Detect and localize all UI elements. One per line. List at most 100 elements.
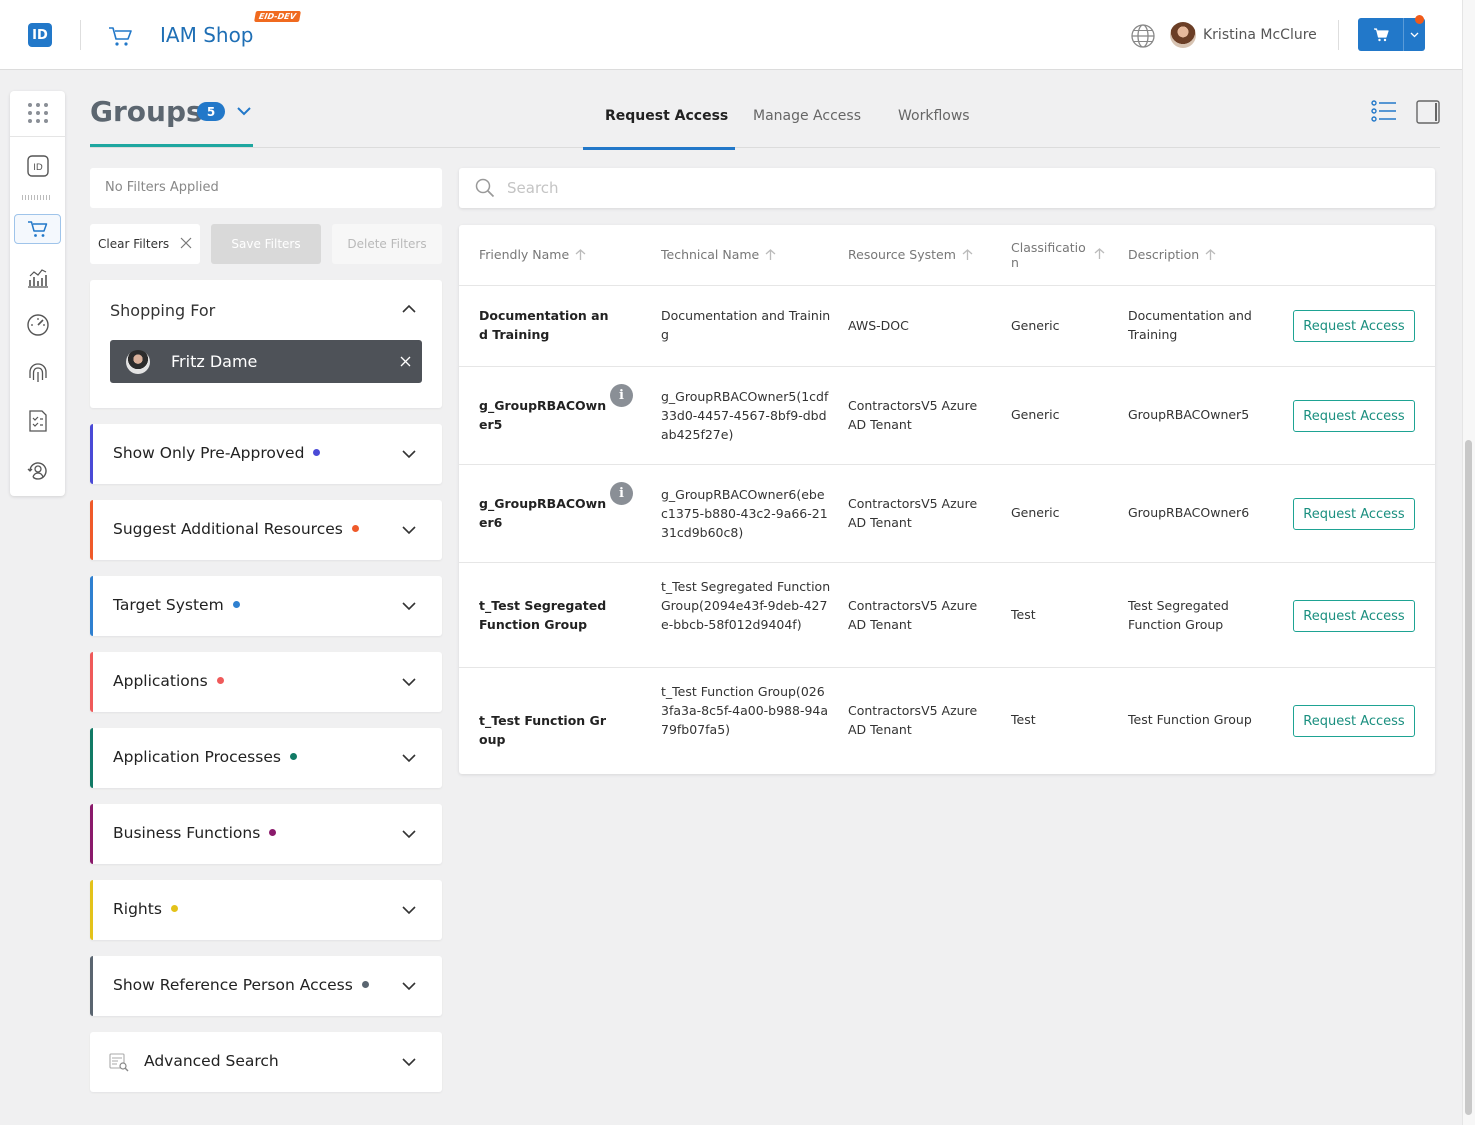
clear-filters-label: Clear Filters: [98, 237, 170, 251]
cell-resource-system: ContractorsV5 Azure AD Tenant: [848, 703, 978, 737]
chevron-down-icon[interactable]: [402, 1057, 416, 1067]
divider: [1338, 20, 1339, 50]
list-view-icon[interactable]: [1371, 100, 1397, 122]
cart-button[interactable]: [1358, 18, 1425, 51]
save-filters-button[interactable]: Save Filters: [211, 224, 321, 264]
cell-technical-name: t_Test Function Group(0263fa3a-8c5f-4a00…: [661, 684, 829, 737]
cell-resource-system: AWS-DOC: [848, 318, 909, 333]
info-icon[interactable]: i: [610, 482, 633, 505]
filter-color-dot: [170, 905, 178, 912]
search-input[interactable]: [507, 176, 1407, 200]
cell-friendly-name[interactable]: g_GroupRBACOwner5: [479, 396, 609, 434]
clear-filters-button[interactable]: Clear Filters: [90, 224, 200, 264]
shop-cart-icon[interactable]: [10, 211, 65, 247]
chevron-down-icon[interactable]: [402, 753, 416, 763]
filter-section[interactable]: Applications: [90, 652, 442, 712]
request-access-button[interactable]: Request Access: [1293, 400, 1415, 432]
sort-arrow-icon[interactable]: [765, 248, 776, 261]
sort-arrow-icon[interactable]: [575, 248, 586, 261]
top-bar: ID IAM Shop EID-DEV Kristina McClure: [0, 0, 1462, 70]
tab-workflows[interactable]: Workflows: [898, 108, 970, 124]
table-row: Documentation and Training Documentation…: [459, 285, 1435, 367]
filter-color-dot: [232, 601, 240, 608]
column-header-friendly-name[interactable]: Friendly Name: [479, 247, 586, 262]
filter-section[interactable]: Show Reference Person Access: [90, 956, 442, 1016]
filter-section-label: Target System: [113, 596, 240, 614]
chevron-down-icon[interactable]: [402, 829, 416, 839]
user-name[interactable]: Kristina McClure: [1203, 27, 1317, 43]
apps-grid-icon[interactable]: [10, 95, 65, 131]
info-icon[interactable]: i: [610, 384, 633, 407]
cell-friendly-name[interactable]: g_GroupRBACOwner6: [479, 494, 609, 532]
cart-button-main[interactable]: [1358, 18, 1404, 51]
shopping-for-title: Shopping For: [110, 301, 216, 320]
active-tab-indicator: [583, 147, 735, 150]
chevron-down-icon[interactable]: [402, 525, 416, 535]
request-access-button[interactable]: Request Access: [1293, 600, 1415, 632]
column-header-classification[interactable]: Classification: [1011, 240, 1105, 270]
column-header-resource-system[interactable]: Resource System: [848, 247, 973, 262]
sort-arrow-icon[interactable]: [962, 248, 973, 261]
user-history-icon[interactable]: [10, 453, 65, 489]
filter-section-label: Applications: [113, 672, 224, 690]
filter-section[interactable]: Rights: [90, 880, 442, 940]
chevron-down-icon[interactable]: [402, 449, 416, 459]
table-row: g_GroupRBACOwner5 i g_GroupRBACOwner5(1c…: [459, 366, 1435, 465]
shopping-cart-icon[interactable]: [107, 24, 133, 48]
speedometer-icon[interactable]: [10, 307, 65, 343]
chevron-down-icon[interactable]: [236, 103, 252, 119]
chevron-down-icon[interactable]: [402, 677, 416, 687]
cell-friendly-name[interactable]: t_Test Segregated Function Group: [479, 596, 609, 634]
cell-technical-name: t_Test Segregated Function Group(2094e43…: [661, 579, 831, 632]
cell-description: GroupRBACOwner5: [1128, 407, 1250, 422]
chevron-down-icon[interactable]: [402, 905, 416, 915]
user-avatar[interactable]: [1170, 22, 1196, 48]
filter-section[interactable]: Show Only Pre-Approved: [90, 424, 442, 484]
cell-classification: Generic: [1011, 407, 1060, 422]
request-access-button[interactable]: Request Access: [1293, 310, 1415, 342]
globe-icon[interactable]: [1130, 23, 1156, 49]
cell-classification: Generic: [1011, 318, 1060, 333]
fingerprint-icon[interactable]: [10, 355, 65, 391]
sort-arrow-icon[interactable]: [1205, 248, 1216, 261]
filter-section-text: Show Only Pre-Approved: [113, 444, 305, 462]
cell-technical-name: g_GroupRBACOwner6(ebec1375-b880-43c2-9a6…: [661, 487, 828, 540]
filter-section-text: Rights: [113, 900, 162, 918]
filter-section[interactable]: Business Functions: [90, 804, 442, 864]
tab-request-access[interactable]: Request Access: [605, 108, 728, 124]
analytics-chart-icon[interactable]: [10, 259, 65, 295]
request-access-button[interactable]: Request Access: [1293, 705, 1415, 737]
chevron-down-icon[interactable]: [402, 981, 416, 991]
cell-classification: Test: [1011, 607, 1036, 622]
cell-friendly-name[interactable]: Documentation and Training: [479, 306, 609, 344]
delete-filters-button[interactable]: Delete Filters: [332, 224, 442, 264]
identity-icon[interactable]: ID: [10, 148, 65, 184]
column-header-description[interactable]: Description: [1128, 247, 1216, 262]
shopping-for-person-chip[interactable]: Fritz Dame: [110, 340, 422, 383]
cell-friendly-name[interactable]: t_Test Function Group: [479, 711, 609, 749]
side-panel-icon[interactable]: [1416, 100, 1440, 124]
close-icon: [180, 237, 192, 249]
tab-manage-access[interactable]: Manage Access: [753, 108, 861, 124]
table-row: g_GroupRBACOwner6 i g_GroupRBACOwner6(eb…: [459, 464, 1435, 563]
request-access-button[interactable]: Request Access: [1293, 498, 1415, 530]
filter-section[interactable]: Suggest Additional Resources: [90, 500, 442, 560]
page-scrollbar-thumb[interactable]: [1465, 440, 1472, 1115]
advanced-search-panel[interactable]: Advanced Search: [90, 1032, 442, 1092]
rail-divider: [10, 136, 65, 137]
chevron-down-icon[interactable]: [402, 601, 416, 611]
column-header-technical-name[interactable]: Technical Name: [661, 247, 776, 262]
app-title[interactable]: IAM Shop: [160, 23, 254, 47]
filter-section-text: Show Reference Person Access: [113, 976, 353, 994]
filter-section-label: Show Reference Person Access: [113, 976, 369, 994]
filter-section[interactable]: Target System: [90, 576, 442, 636]
person-avatar: [126, 350, 150, 374]
filter-color-dot: [361, 981, 369, 988]
task-checklist-icon[interactable]: [10, 403, 65, 439]
chevron-up-icon[interactable]: [402, 304, 416, 314]
cell-resource-system: ContractorsV5 Azure AD Tenant: [848, 598, 978, 632]
app-logo[interactable]: ID: [28, 23, 52, 47]
sort-arrow-icon[interactable]: [1094, 248, 1105, 260]
filter-section[interactable]: Application Processes: [90, 728, 442, 788]
remove-person-icon[interactable]: [400, 356, 411, 367]
